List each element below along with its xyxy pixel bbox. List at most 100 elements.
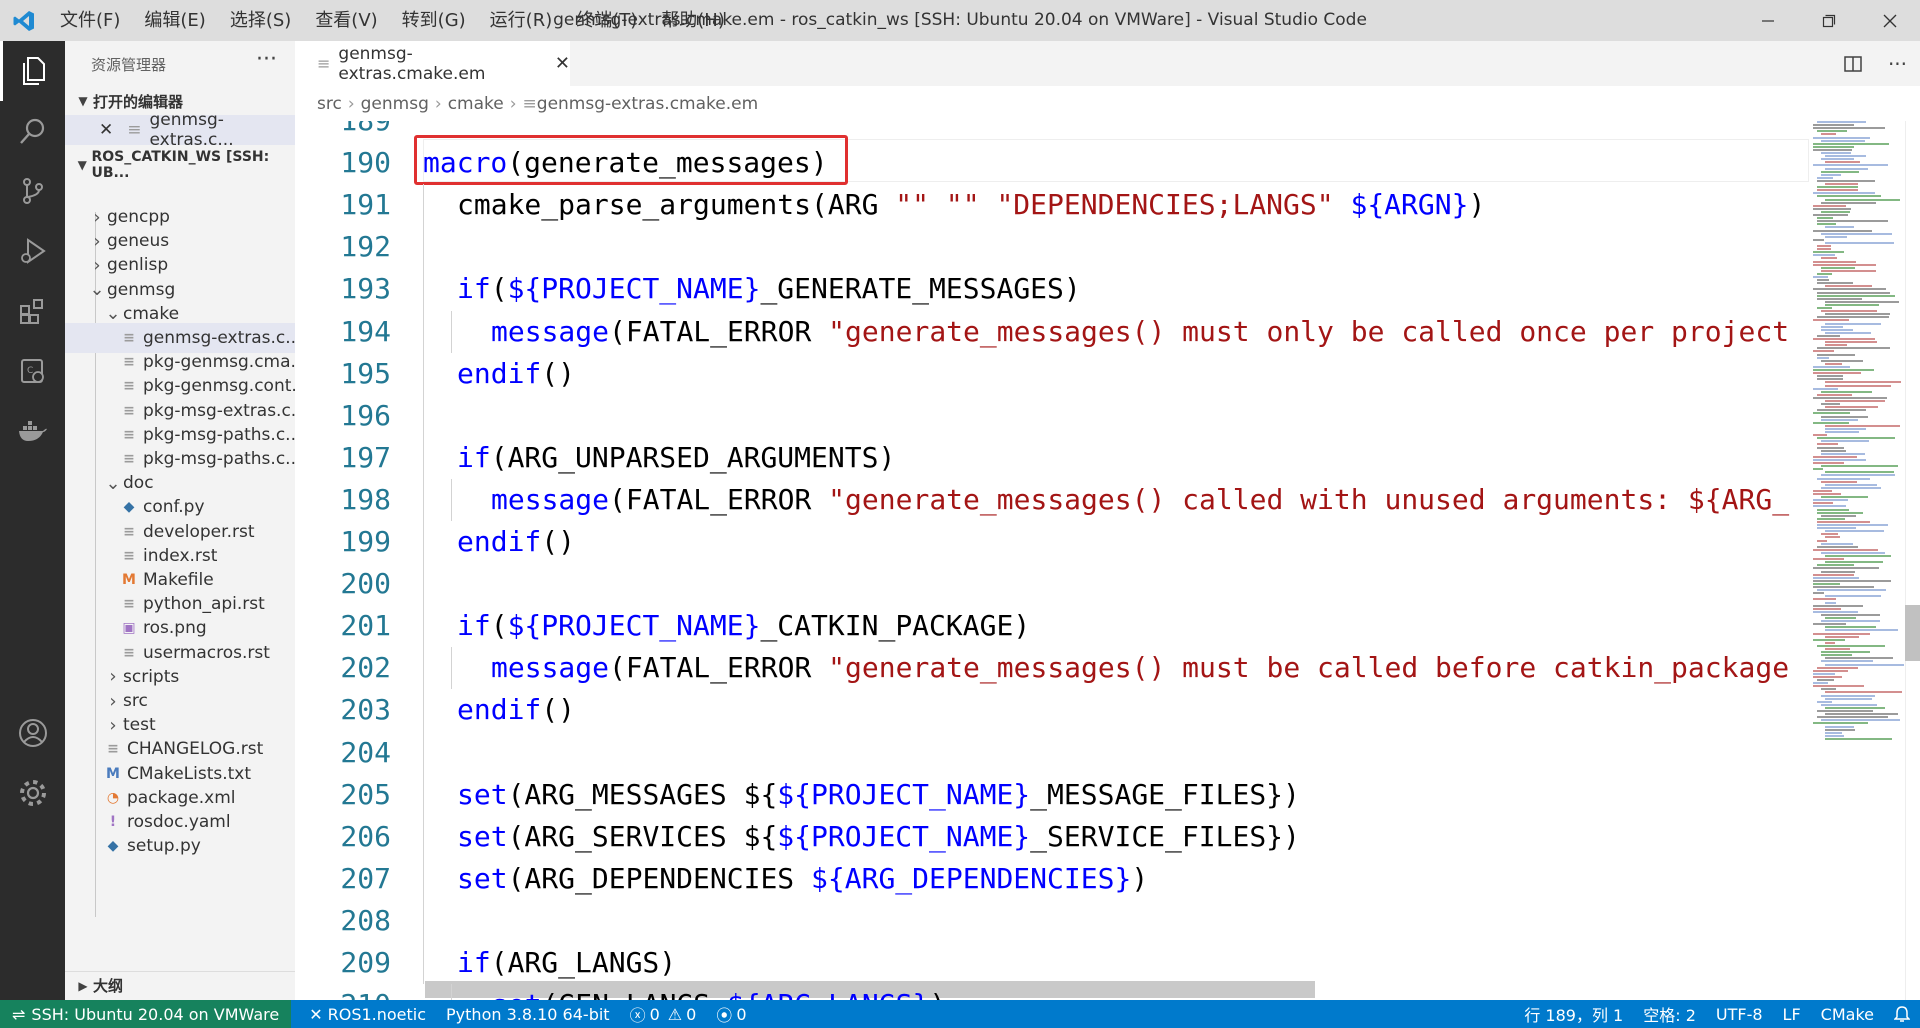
minimap-line: [1821, 269, 1876, 272]
menu-item[interactable]: 编辑(E): [132, 0, 217, 41]
minimap-line: [1821, 688, 1837, 691]
end-of-line[interactable]: LF: [1773, 1005, 1811, 1024]
file-icon: ≡: [127, 120, 142, 140]
menu-item[interactable]: 终端(T): [564, 0, 649, 41]
menu-item[interactable]: 查看(V): [303, 0, 389, 41]
file-icon: ≡: [123, 402, 135, 419]
indentation[interactable]: 空格: 2: [1633, 1002, 1706, 1026]
minimap-line: [1813, 505, 1846, 508]
minimap-line: [1813, 669, 1849, 672]
breadcrumb-item[interactable]: genmsg: [361, 94, 429, 114]
code-token: "": [945, 188, 980, 222]
chevron-right-icon: ›: [509, 93, 517, 114]
minimap-line: [1813, 502, 1834, 505]
code-token: _GENERATE_MESSAGES): [760, 272, 1081, 306]
restore-icon[interactable]: [1798, 0, 1859, 41]
scrollbar-thumb[interactable]: [1905, 605, 1920, 661]
line-number: 192: [340, 230, 391, 264]
file-icon: ≡: [522, 93, 537, 114]
minimap-line: [1817, 121, 1867, 123]
minimap-line: [1813, 124, 1855, 127]
code-token: ${ARG_LANGS}: [727, 988, 929, 1000]
menu-item[interactable]: 选择(S): [218, 0, 303, 41]
code-token: (): [541, 693, 576, 727]
source-control-icon[interactable]: [0, 161, 65, 221]
explorer-icon[interactable]: [0, 41, 65, 101]
split-editor-icon[interactable]: [1830, 41, 1875, 86]
close-icon[interactable]: ✕: [99, 120, 113, 140]
menu-item[interactable]: 转到(G): [390, 0, 478, 41]
code-token: ): [1468, 188, 1486, 222]
python-interpreter[interactable]: Python 3.8.10 64-bit: [436, 1005, 620, 1024]
close-window-icon[interactable]: [1859, 0, 1920, 41]
workspace-section[interactable]: ▼ ROS_CATKIN_WS [SSH: UB...: [65, 149, 295, 181]
chevron-right-icon: ›: [109, 666, 117, 688]
minimap-line: [1821, 170, 1860, 173]
menu-item[interactable]: 帮助(H): [649, 0, 737, 41]
code-token: (ARG_DEPENDENCIES: [507, 861, 812, 895]
minimap-line: [1817, 375, 1844, 378]
minimap-line: [1817, 307, 1833, 309]
notifications-bell-icon[interactable]: [1884, 1005, 1920, 1023]
menu-item[interactable]: 运行(R): [478, 0, 565, 41]
minimap[interactable]: [1809, 121, 1905, 761]
outline-section[interactable]: ▶ 大纲: [65, 971, 295, 999]
tree-file[interactable]: ◆ setup.py: [65, 831, 295, 861]
manage-gear-icon[interactable]: [0, 763, 65, 823]
code-token: ${ARGN}: [1350, 188, 1469, 222]
accounts-icon[interactable]: [0, 703, 65, 763]
minimap-line: [1817, 545, 1859, 548]
menu-item[interactable]: 文件(F): [48, 0, 132, 41]
ros-status[interactable]: ✕ ROS1.noetic: [299, 1005, 436, 1024]
problems-indicator[interactable]: ⓧ 0 ⚠ 0: [620, 1002, 707, 1026]
close-tab-icon[interactable]: ✕: [555, 53, 570, 74]
open-editor-item[interactable]: ✕ ≡ genmsg-extras.c...: [65, 110, 295, 150]
breadcrumb-item[interactable]: genmsg-extras.cmake.em: [537, 94, 758, 114]
more-actions-icon[interactable]: ···: [1875, 41, 1920, 86]
breadcrumb-item[interactable]: src: [317, 94, 342, 114]
search-icon[interactable]: [0, 101, 65, 161]
minimap-line: [1825, 561, 1884, 564]
minimap-line: [1817, 564, 1854, 567]
ros-icon: ✕: [309, 1004, 323, 1024]
minimap-line: [1817, 195, 1881, 198]
code-line: set(GEN_LANGS ${ARG_LANGS}): [491, 984, 946, 1000]
minimap-line: [1821, 325, 1843, 328]
minimap-line: [1825, 691, 1902, 694]
cursor-position[interactable]: 行 189，列 1: [1514, 1002, 1633, 1026]
code-token: "generate_messages() called with unused …: [828, 482, 1790, 516]
remote-icon: ⇌: [12, 1004, 26, 1024]
file-icon: ≡: [317, 54, 331, 73]
docker-icon[interactable]: [0, 401, 65, 461]
line-number: 203: [340, 693, 391, 727]
indent-guide: [451, 478, 452, 521]
minimap-line: [1825, 384, 1892, 387]
extensions-icon[interactable]: [0, 281, 65, 341]
python-icon: ◆: [123, 499, 135, 516]
code-token: (): [541, 356, 576, 390]
minimap-line: [1817, 294, 1895, 297]
code-token: if: [457, 946, 491, 979]
minimap-line: [1813, 493, 1841, 495]
code-editor[interactable]: 189 190 macro(generate_messages) 191 cmake_p…: [295, 121, 1809, 1000]
language-mode[interactable]: CMake: [1811, 1005, 1884, 1024]
minimize-icon[interactable]: [1737, 0, 1798, 41]
encoding[interactable]: UTF-8: [1706, 1005, 1773, 1024]
minimap-line: [1825, 424, 1900, 427]
minimap-line: [1813, 598, 1836, 601]
minimap-line: [1813, 276, 1828, 278]
tab-genmsg-extras[interactable]: ≡ genmsg-extras.cmake.em ✕: [295, 41, 570, 86]
tree-item-label: pkg-genmsg.cma...: [143, 352, 295, 373]
run-debug-icon[interactable]: [0, 221, 65, 281]
vertical-scrollbar[interactable]: [1905, 121, 1920, 1000]
ports-indicator[interactable]: ⦿ 0: [706, 1002, 756, 1026]
minimap-line: [1817, 508, 1849, 511]
breadcrumb-item[interactable]: cmake: [448, 94, 504, 114]
remote-indicator[interactable]: ⇌ SSH: Ubuntu 20.04 on VMWare: [0, 1000, 292, 1028]
more-actions-icon[interactable]: ···: [256, 47, 277, 72]
minimap-line: [1813, 214, 1849, 216]
indent-guide: [451, 647, 452, 690]
remote-explorer-icon[interactable]: C: [0, 341, 65, 401]
rss-icon: ◔: [106, 789, 120, 806]
